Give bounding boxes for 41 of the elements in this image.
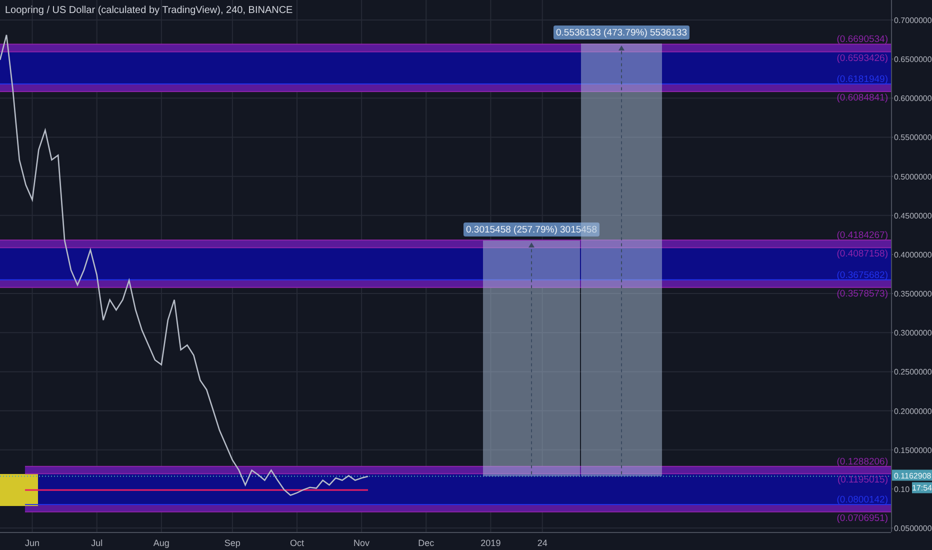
axis-label: Aug xyxy=(153,538,170,548)
axis-label: 0.0500000 xyxy=(894,524,932,534)
axis-label: 0.6500000 xyxy=(894,55,932,64)
axis-label: 0.4000000 xyxy=(894,250,932,260)
measure-label: 0.5536133 (473.79%) 5536133 xyxy=(554,26,690,40)
price-badge: 0.1162908 xyxy=(892,470,932,481)
axis-label: 0.6000000 xyxy=(894,94,932,104)
axis-label: 0.7000000 xyxy=(894,16,932,25)
price-level-label: (0.6593426) xyxy=(836,52,888,64)
price-level-label: (0.3675682) xyxy=(836,270,888,281)
price-level-label: (0.6084841) xyxy=(836,92,888,104)
axis-label: 2019 xyxy=(480,538,501,548)
axis-label: Jun xyxy=(25,538,40,548)
axis-label: 0.3500000 xyxy=(894,290,932,299)
axis-label: 0.5000000 xyxy=(894,172,932,182)
price-level-label: (0.4087158) xyxy=(836,248,888,260)
price-level-label: (0.6690534) xyxy=(836,34,888,46)
price-level-label: (0.3578573) xyxy=(836,288,888,300)
axis-label: Oct xyxy=(290,538,304,548)
price-level-label: (0.1288206) xyxy=(836,456,888,468)
axis-label: Sep xyxy=(224,538,240,548)
countdown-badge: 17:54 xyxy=(912,482,932,494)
chart-title: Loopring / US Dollar (calculated by TradingView), 240, BINANCE xyxy=(5,5,293,16)
highlight-box xyxy=(0,474,38,506)
price-level-label: (0.0706951) xyxy=(836,512,888,524)
price-level-label: (0.0800142) xyxy=(836,494,888,506)
price-level-label: (0.6181949) xyxy=(836,74,888,85)
axis-label: Jul xyxy=(91,538,103,548)
axis-label: 0.2000000 xyxy=(894,406,932,416)
axis-label: 0.10 xyxy=(894,484,910,494)
measure-label: 0.3015458 (257.79%) 3015458 xyxy=(464,222,600,237)
axis-label: 0.3000000 xyxy=(894,328,932,338)
axis-label: 24 xyxy=(537,538,548,548)
price-level-label: (0.4184267) xyxy=(836,230,888,242)
price-level-label: (0.1195015) xyxy=(837,474,888,486)
axis-label: 0.4500000 xyxy=(894,211,932,220)
axis-label: 0.5500000 xyxy=(894,133,932,142)
axis-label: Nov xyxy=(354,538,370,548)
axis-label: 0.1500000 xyxy=(894,446,932,455)
axis-label: 0.2500000 xyxy=(894,368,932,377)
axis-label: Dec xyxy=(418,538,434,548)
